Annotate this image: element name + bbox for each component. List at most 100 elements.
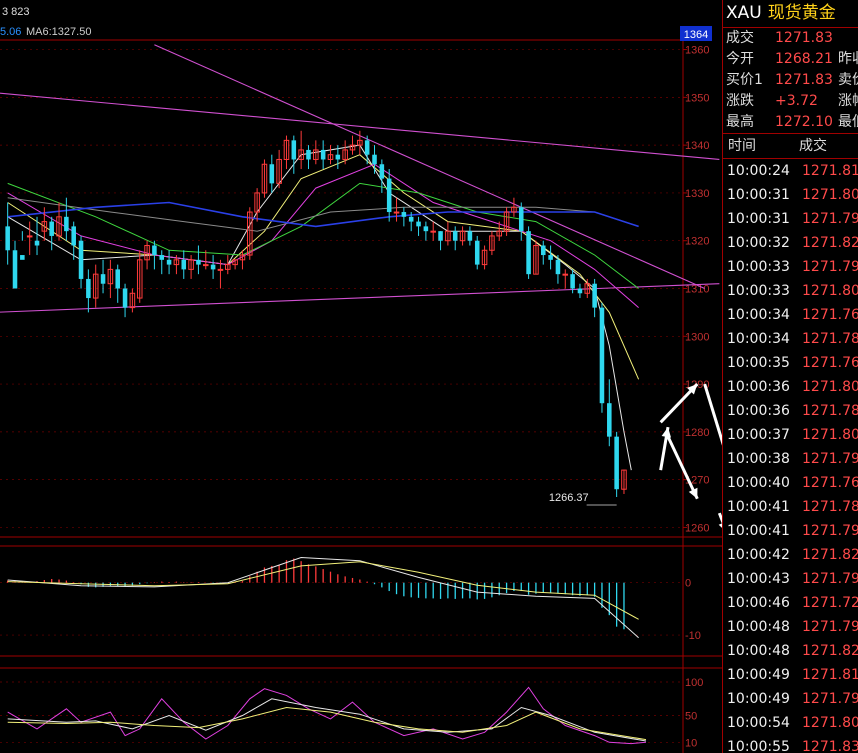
- tick-row[interactable]: 10:00:36 1271.80: [723, 375, 858, 399]
- tick-time: 10:00:38: [727, 451, 790, 467]
- quote-label-secondary: 涨幅: [838, 93, 858, 109]
- quote-value: 1271.83: [775, 30, 833, 46]
- ticks-price-header: 成交: [799, 138, 827, 154]
- candle-body: [122, 288, 128, 308]
- tick-row[interactable]: 10:00:41 1271.78: [723, 495, 858, 519]
- ma-line-green: [7, 182, 639, 289]
- tick-row[interactable]: 10:00:35 1271.76: [723, 351, 858, 375]
- tick-row[interactable]: 10:00:32 1271.82: [723, 231, 858, 255]
- quote-label-secondary: 昨收: [838, 51, 858, 67]
- candle-body: [423, 226, 429, 232]
- tick-price: 1271.82: [802, 547, 858, 563]
- candle-body: [12, 250, 18, 289]
- tick-row[interactable]: 10:00:55 1271.83: [723, 735, 858, 753]
- tick-row[interactable]: 10:00:43 1271.79: [723, 567, 858, 591]
- candle-body: [474, 240, 480, 265]
- tick-price: 1271.78: [802, 331, 858, 347]
- tick-row[interactable]: 10:00:54 1271.80: [723, 711, 858, 735]
- tick-row[interactable]: 10:00:38 1271.79: [723, 447, 858, 471]
- tick-price: 1271.80: [802, 715, 858, 731]
- tick-row[interactable]: 10:00:48 1271.79: [723, 615, 858, 639]
- candle-body: [364, 140, 370, 155]
- y-tick-label: 1350: [685, 92, 709, 104]
- ma-prev-legend: 5.06: [0, 26, 21, 38]
- tick-time: 10:00:32: [727, 235, 790, 251]
- tick-time: 10:00:40: [727, 475, 790, 491]
- tick-row[interactable]: 10:00:24 1271.81: [723, 159, 858, 183]
- kdj-j-line: [7, 706, 647, 741]
- tick-row[interactable]: 10:00:33 1271.80: [723, 279, 858, 303]
- candle-body: [614, 436, 619, 490]
- candle-body: [393, 211, 400, 214]
- trendline: [0, 283, 720, 313]
- tick-price: 1271.76: [802, 307, 858, 323]
- tick-time: 10:00:49: [727, 691, 790, 707]
- symbol-code: XAU: [726, 3, 762, 23]
- tick-row[interactable]: 10:00:36 1271.78: [723, 399, 858, 423]
- tick-price: 1271.80: [802, 283, 858, 299]
- candle-body: [540, 245, 546, 256]
- quote-label: 成交: [726, 30, 754, 46]
- tick-row[interactable]: 10:00:34 1271.76: [723, 303, 858, 327]
- candle-body: [196, 259, 201, 265]
- candle-body: [115, 269, 120, 289]
- quote-row: 买价1 1271.83 卖价1: [723, 70, 858, 91]
- ticks-list[interactable]: 10:00:24 1271.81 10:00:31 1271.80 10:00:31 12…: [723, 159, 858, 753]
- tick-price: 1271.81: [802, 163, 858, 179]
- tick-price: 1271.79: [802, 571, 858, 587]
- tick-row[interactable]: 10:00:31 1271.80: [723, 183, 858, 207]
- chart-canvas[interactable]: 3 823 5.06 MA6:1327.50 1364 1360 1350 1340 1330…: [0, 0, 722, 753]
- quote-label-secondary: 最低: [838, 114, 858, 130]
- candle-body: [372, 154, 377, 165]
- tick-row[interactable]: 10:00:46 1271.72: [723, 591, 858, 615]
- tick-price: 1271.79: [802, 259, 858, 275]
- tick-price: 1271.81: [802, 667, 858, 683]
- y-tick-label: 1340: [685, 140, 709, 152]
- tick-time: 10:00:41: [727, 523, 790, 539]
- tick-row[interactable]: 10:00:41 1271.79: [723, 519, 858, 543]
- tick-price: 1271.76: [802, 355, 858, 371]
- chart-area[interactable]: 3 823 5.06 MA6:1327.50 1364 1360 1350 1340 1330…: [0, 0, 722, 753]
- candle-body: [577, 288, 583, 294]
- tick-price: 1271.76: [802, 475, 858, 491]
- tick-row[interactable]: 10:00:49 1271.79: [723, 687, 858, 711]
- candle-body: [548, 255, 553, 260]
- tick-time: 10:00:34: [727, 307, 790, 323]
- tick-row[interactable]: 10:00:37 1271.80: [723, 423, 858, 447]
- y-tick-label: 100: [685, 677, 703, 689]
- candle-body: [320, 149, 326, 160]
- candle-body: [599, 307, 605, 404]
- tick-time: 10:00:46: [727, 595, 790, 611]
- ma-line-yellow: [7, 154, 640, 380]
- tick-price: 1271.80: [802, 187, 858, 203]
- tick-row[interactable]: 10:00:49 1271.81: [723, 663, 858, 687]
- y-tick-label: 10: [685, 737, 697, 749]
- candle-body: [452, 231, 458, 241]
- tick-row[interactable]: 10:00:48 1271.82: [723, 639, 858, 663]
- candle-body: [269, 164, 275, 184]
- candle-body: [291, 140, 297, 160]
- candle-body: [5, 226, 10, 251]
- tick-time: 10:00:37: [727, 427, 790, 443]
- tick-row[interactable]: 10:00:34 1271.78: [723, 327, 858, 351]
- tick-row[interactable]: 10:00:40 1271.76: [723, 471, 858, 495]
- tick-price: 1271.78: [802, 403, 858, 419]
- max-badge: 1364: [684, 29, 708, 41]
- candle-body: [570, 274, 575, 289]
- tick-time: 10:00:33: [727, 259, 790, 275]
- candle-body: [100, 274, 106, 284]
- quote-value: 1271.83: [775, 72, 833, 88]
- tick-row[interactable]: 10:00:42 1271.82: [723, 543, 858, 567]
- tick-time: 10:00:34: [727, 331, 790, 347]
- tick-row[interactable]: 10:00:33 1271.79: [723, 255, 858, 279]
- candle-body: [401, 212, 407, 217]
- tick-price: 1271.80: [802, 427, 858, 443]
- candle-body: [71, 226, 76, 246]
- tick-row[interactable]: 10:00:31 1271.79: [723, 207, 858, 231]
- candle-body: [416, 221, 421, 227]
- candle-body: [408, 216, 414, 222]
- volume-legend: 3 823: [2, 6, 30, 18]
- y-tick-label: 1320: [685, 236, 709, 248]
- ticks-time-header: 时间: [728, 138, 756, 154]
- candle-body: [159, 255, 165, 260]
